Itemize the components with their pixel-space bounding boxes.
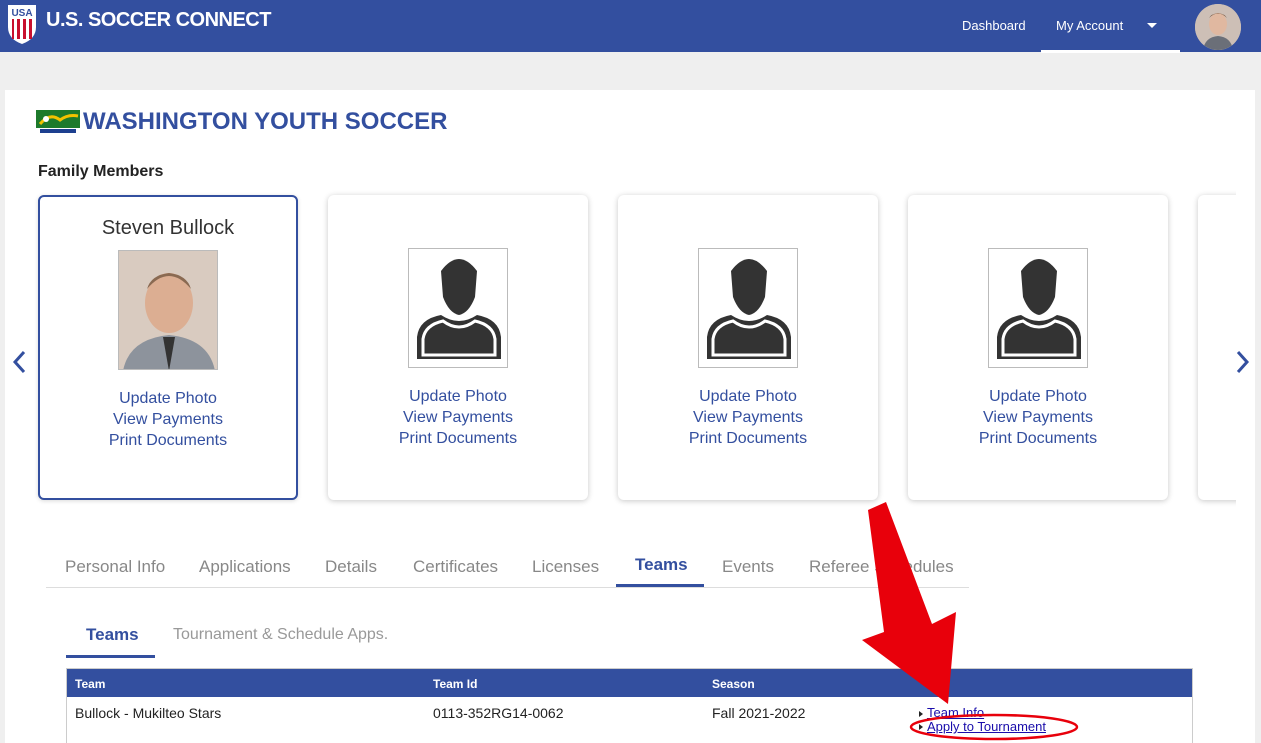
profile-tabs: Personal Info Applications Details Certi… bbox=[46, 545, 969, 588]
member-name: Steven Bullock bbox=[101, 217, 235, 239]
tab-events[interactable]: Events bbox=[722, 557, 774, 577]
member-card[interactable]: Update Photo View Payments Print Documen… bbox=[618, 195, 878, 500]
print-documents-link[interactable]: Print Documents bbox=[618, 430, 878, 448]
tab-referee-schedules[interactable]: Referee Schedules bbox=[809, 557, 954, 577]
team-info-link[interactable]: Team Info bbox=[927, 705, 984, 720]
tab-teams[interactable]: Teams bbox=[635, 555, 688, 575]
tab-details[interactable]: Details bbox=[325, 557, 377, 577]
active-subtab-indicator bbox=[66, 655, 155, 658]
tab-applications[interactable]: Applications bbox=[199, 557, 291, 577]
teams-subtabs: Teams Tournament & Schedule Apps. bbox=[66, 615, 426, 659]
bullet-arrow-icon bbox=[919, 724, 923, 730]
view-payments-link[interactable]: View Payments bbox=[328, 409, 588, 427]
update-photo-link[interactable]: Update Photo bbox=[328, 388, 588, 406]
member-card[interactable]: Update Photo View Payments Print Documen… bbox=[328, 195, 588, 500]
member-card[interactable]: Steven Bullock Update Photo View Payment… bbox=[38, 195, 298, 500]
cell-season: Fall 2021-2022 bbox=[712, 705, 806, 721]
placeholder-person-icon bbox=[988, 248, 1088, 368]
chevron-left-icon[interactable] bbox=[10, 347, 30, 377]
column-header-season[interactable]: Season bbox=[712, 677, 755, 691]
subtab-teams[interactable]: Teams bbox=[86, 625, 139, 645]
column-header-team-id[interactable]: Team Id bbox=[433, 677, 477, 691]
tab-licenses[interactable]: Licenses bbox=[532, 557, 599, 577]
active-tab-indicator bbox=[616, 584, 704, 587]
washington-youth-soccer-logo bbox=[36, 110, 80, 134]
column-header-team[interactable]: Team bbox=[75, 677, 105, 691]
view-payments-link[interactable]: View Payments bbox=[908, 409, 1168, 427]
member-card[interactable]: Update Photo View Payments Print Documen… bbox=[908, 195, 1168, 500]
usa-crest-logo[interactable]: USA bbox=[6, 3, 38, 45]
top-navbar: USA U.S. SOCCER CONNECT Dashboard My Acc… bbox=[0, 0, 1261, 53]
table-header: Team Team Id Season bbox=[67, 669, 1192, 697]
member-photo bbox=[118, 250, 218, 370]
view-payments-link[interactable]: View Payments bbox=[40, 411, 296, 429]
update-photo-link[interactable]: Update Photo bbox=[908, 388, 1168, 406]
placeholder-person-icon bbox=[698, 248, 798, 368]
update-photo-link[interactable]: Update Photo bbox=[618, 388, 878, 406]
print-documents-link[interactable]: Print Documents bbox=[328, 430, 588, 448]
cell-team: Bullock - Mukilteo Stars bbox=[75, 705, 222, 721]
bullet-arrow-icon bbox=[919, 711, 923, 717]
chevron-down-icon[interactable] bbox=[1147, 23, 1157, 28]
member-card-partial[interactable] bbox=[1198, 195, 1236, 500]
nav-active-indicator bbox=[1041, 50, 1180, 53]
nav-dashboard-link[interactable]: Dashboard bbox=[962, 18, 1026, 33]
apply-to-tournament-link[interactable]: Apply to Tournament bbox=[927, 719, 1046, 734]
subtab-tournament-schedule-apps[interactable]: Tournament & Schedule Apps. bbox=[173, 626, 388, 644]
family-members-carousel: Steven Bullock Update Photo View Payment… bbox=[0, 185, 1236, 515]
svg-text:USA: USA bbox=[11, 8, 32, 19]
family-members-heading: Family Members bbox=[38, 163, 164, 180]
nav-my-account-link[interactable]: My Account bbox=[1056, 18, 1123, 33]
cell-team-id: 0113-352RG14-0062 bbox=[433, 705, 564, 721]
tab-certificates[interactable]: Certificates bbox=[413, 557, 498, 577]
teams-table: Team Team Id Season Bullock - Mukilteo S… bbox=[66, 668, 1193, 743]
brand-title[interactable]: U.S. SOCCER CONNECT bbox=[46, 9, 271, 32]
organization-title: WASHINGTON YOUTH SOCCER bbox=[83, 108, 448, 135]
user-avatar[interactable] bbox=[1195, 4, 1241, 50]
placeholder-person-icon bbox=[408, 248, 508, 368]
print-documents-link[interactable]: Print Documents bbox=[908, 430, 1168, 448]
update-photo-link[interactable]: Update Photo bbox=[40, 390, 296, 408]
print-documents-link[interactable]: Print Documents bbox=[40, 432, 296, 450]
tab-personal-info[interactable]: Personal Info bbox=[65, 557, 165, 577]
chevron-right-icon[interactable] bbox=[1232, 347, 1252, 377]
view-payments-link[interactable]: View Payments bbox=[618, 409, 878, 427]
